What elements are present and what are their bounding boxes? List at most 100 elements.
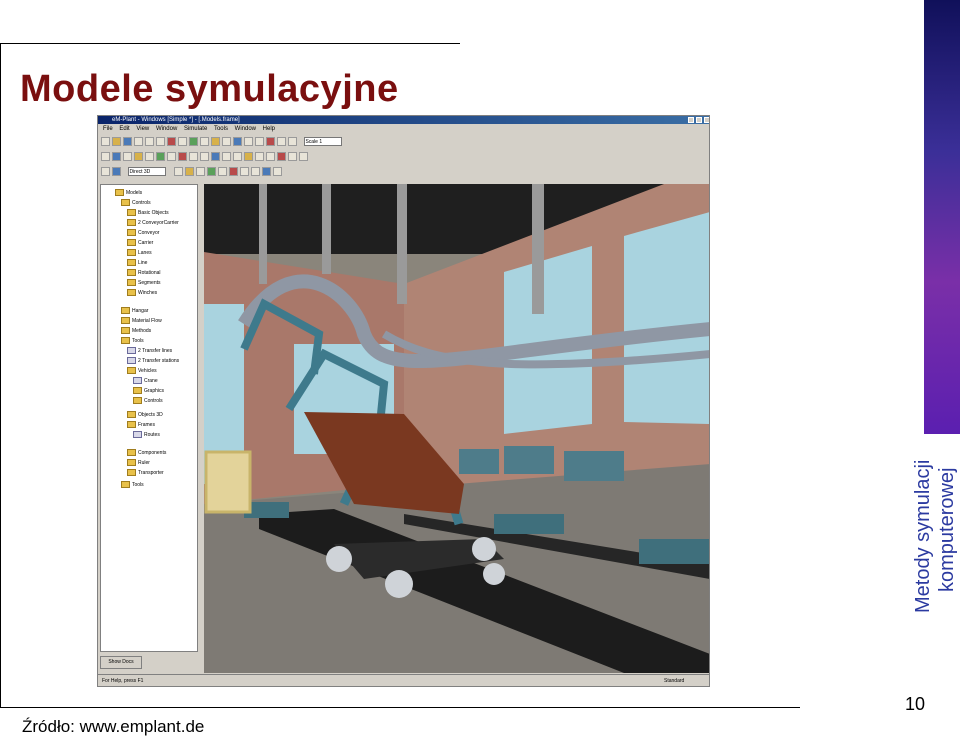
tree-item[interactable]: 2 Transfer lines <box>127 347 172 355</box>
tree-item[interactable]: Controls <box>133 397 163 405</box>
move-icon[interactable] <box>299 152 308 161</box>
orbit-icon[interactable] <box>123 152 132 161</box>
folder-icon <box>127 367 136 375</box>
folder-icon <box>133 397 142 405</box>
zoom-combo[interactable]: Scale 1 <box>304 137 343 146</box>
maximize-button[interactable] <box>696 117 702 123</box>
copy-icon[interactable] <box>145 137 154 146</box>
bookmark-icon[interactable] <box>184 167 194 176</box>
menu-item-edit[interactable]: Edit <box>119 126 129 132</box>
menu-item-view[interactable]: View <box>136 126 149 132</box>
simulation-app-window: eM-Plant - Windows [Simple *] - [.Models… <box>97 115 710 687</box>
new-icon[interactable] <box>101 137 110 146</box>
light-icon[interactable] <box>145 152 154 161</box>
tree-item[interactable]: Controls <box>121 199 151 207</box>
play-icon[interactable] <box>156 152 165 161</box>
side-label-line1: Metody symulacji <box>912 459 934 613</box>
tree-item[interactable]: Graphics <box>133 387 164 395</box>
paste-icon[interactable] <box>156 137 165 146</box>
tree-item[interactable]: Routes <box>133 431 160 439</box>
delete-icon[interactable] <box>167 137 176 146</box>
menu-item-file[interactable]: File <box>103 126 113 132</box>
tree-item[interactable]: Hangar <box>121 307 148 315</box>
align-icon[interactable] <box>250 167 260 176</box>
tree-item[interactable]: Segments <box>127 279 161 287</box>
measure-icon[interactable] <box>277 152 286 161</box>
marker-icon[interactable] <box>228 167 238 176</box>
menu-item-simulate[interactable]: Simulate <box>184 126 207 132</box>
pan-icon[interactable] <box>112 152 121 161</box>
settings-icon[interactable] <box>288 137 297 146</box>
close-button[interactable] <box>704 117 709 123</box>
tree-item[interactable]: Carrier <box>127 239 153 247</box>
menu-item-window[interactable]: Window <box>156 126 177 132</box>
tree-item[interactable]: Vehicles <box>127 367 157 375</box>
tree-item[interactable]: Models <box>115 189 142 197</box>
view-icon[interactable] <box>101 167 110 176</box>
tree-item[interactable]: Components <box>127 449 166 457</box>
factory-3d-view[interactable] <box>204 184 710 673</box>
rotate-icon[interactable] <box>101 152 110 161</box>
animate-icon[interactable] <box>206 167 216 176</box>
color-icon[interactable] <box>261 167 271 176</box>
shadow-icon[interactable] <box>222 152 231 161</box>
tree-item[interactable]: Conveyor <box>127 229 159 237</box>
camera-icon[interactable] <box>134 152 143 161</box>
minimize-button[interactable] <box>688 117 694 123</box>
fullscreen-icon[interactable] <box>189 152 198 161</box>
zoom-in-icon[interactable] <box>233 137 242 146</box>
fog-icon[interactable] <box>233 152 242 161</box>
pause-icon[interactable] <box>167 152 176 161</box>
record-icon[interactable] <box>178 152 187 161</box>
texture-icon[interactable] <box>211 152 220 161</box>
view-side-icon[interactable] <box>266 152 275 161</box>
transport-cart <box>494 514 564 534</box>
connect-icon[interactable] <box>266 137 275 146</box>
stop-icon[interactable] <box>200 137 209 146</box>
step-icon[interactable] <box>211 137 220 146</box>
model-icon <box>133 377 142 385</box>
menu-item-window-2[interactable]: Window <box>235 126 256 132</box>
grid-icon[interactable] <box>255 137 264 146</box>
view-front-icon[interactable] <box>244 152 253 161</box>
save-icon[interactable] <box>123 137 132 146</box>
tree-item[interactable]: 2 ConveyorCarrier <box>127 219 179 227</box>
tree-item[interactable]: Winches <box>127 289 157 297</box>
select-icon[interactable] <box>288 152 297 161</box>
tree-item[interactable]: Objects 3D <box>127 411 163 419</box>
tree-item[interactable]: Crane <box>133 377 158 385</box>
print-icon[interactable] <box>195 167 205 176</box>
tree-item[interactable]: Lanes <box>127 249 152 257</box>
view-top-icon[interactable] <box>255 152 264 161</box>
scale-icon[interactable] <box>272 167 282 176</box>
mirror-icon[interactable] <box>173 167 183 176</box>
tree-item[interactable]: Ruler <box>127 459 150 467</box>
tree-item[interactable]: Rotational <box>127 269 161 277</box>
tree-item[interactable]: Basic Objects <box>127 209 169 217</box>
trace-icon[interactable] <box>217 167 227 176</box>
run-icon[interactable] <box>189 137 198 146</box>
tree-item[interactable]: Transporter <box>127 469 164 477</box>
machine <box>459 449 499 474</box>
reset-icon[interactable] <box>222 137 231 146</box>
snapshot-icon[interactable] <box>239 167 249 176</box>
tree-item[interactable]: Tools <box>121 337 144 345</box>
undo-icon[interactable] <box>178 137 187 146</box>
tree-item[interactable]: Frames <box>127 421 155 429</box>
menu-item-tools[interactable]: Tools <box>214 126 228 132</box>
open-icon[interactable] <box>112 137 121 146</box>
render-combo[interactable]: Direct 3D <box>128 167 167 176</box>
cut-icon[interactable] <box>134 137 143 146</box>
menu-item-help[interactable]: Help <box>263 126 275 132</box>
tree-item[interactable]: Line <box>127 259 147 267</box>
wireframe-icon[interactable] <box>200 152 209 161</box>
help-icon[interactable] <box>277 137 286 146</box>
tree-item[interactable]: 2 Transfer stations <box>127 357 179 365</box>
tree-item[interactable]: Methods <box>121 327 151 335</box>
tree-item[interactable]: Tools <box>121 481 144 489</box>
tree-item[interactable]: Material Flow <box>121 317 162 325</box>
show-docs-button[interactable]: Show Docs <box>100 656 142 669</box>
zoom-out-icon[interactable] <box>244 137 253 146</box>
layers-icon[interactable] <box>112 167 121 176</box>
class-library-tree[interactable]: Models Controls Basic Objects 2 Conveyor… <box>100 184 198 652</box>
